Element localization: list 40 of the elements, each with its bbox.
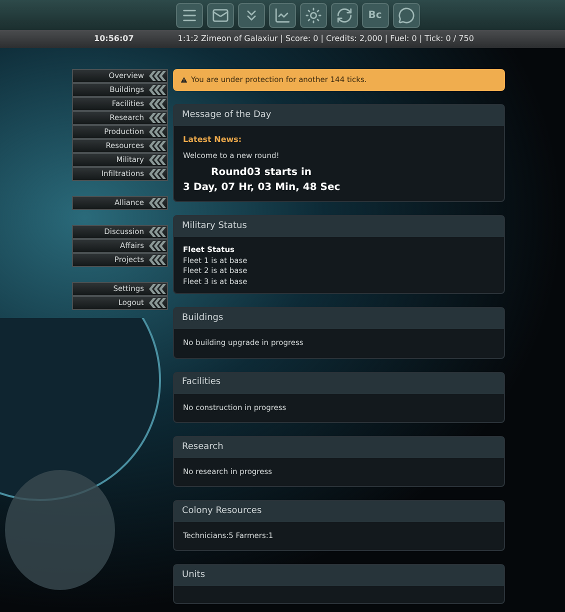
panel-header: Research xyxy=(174,436,504,458)
chevrons-left-icon xyxy=(148,298,166,308)
chat-bubble-icon xyxy=(398,6,414,24)
refresh-icon xyxy=(336,6,352,24)
panel-header: Military Status xyxy=(174,216,504,238)
chevrons-left-icon xyxy=(148,255,166,265)
chevrons-left-icon xyxy=(148,141,166,151)
chevrons-left-icon xyxy=(148,113,166,123)
toolbar-button[interactable] xyxy=(238,2,264,28)
panel-header: Buildings xyxy=(174,308,504,330)
panel-header: Units xyxy=(174,565,504,586)
chevrons-left-icon xyxy=(148,155,166,165)
chevrons-left-icon xyxy=(148,99,166,109)
toolbar-button[interactable] xyxy=(392,2,420,28)
chevrons-left-icon xyxy=(148,198,166,208)
chevrons-left-icon xyxy=(148,71,166,81)
toolbar-button[interactable] xyxy=(176,2,202,28)
clock-text: 10:56:07 xyxy=(94,33,134,45)
chevrons-left-icon xyxy=(148,127,166,137)
countdown-title: Round03 starts in xyxy=(210,166,313,180)
mail-icon xyxy=(212,6,228,24)
chevrons-left-icon xyxy=(148,284,166,294)
chevrons-left-icon xyxy=(148,227,166,237)
panel-header: Colony Resources xyxy=(174,501,504,522)
player-info-text: 1:1:2 Zimeon of Galaxiur | Score: 0 | Credits: 2,000 | Fuel: 0 | Tick: 0 / 750 xyxy=(178,33,474,45)
countdown-text: 3 Day, 07 Hr, 03 Min, 48 Sec xyxy=(183,181,342,196)
warning-icon xyxy=(180,76,188,84)
chevrons-left-icon xyxy=(148,85,166,95)
sun-icon xyxy=(304,6,322,24)
line-chart-icon xyxy=(274,6,290,24)
panel-header: Facilities xyxy=(174,372,504,394)
panel-header: Message of the Day xyxy=(174,105,504,126)
toolbar-button[interactable] xyxy=(330,2,358,28)
toolbar-button[interactable] xyxy=(206,2,234,28)
toolbar-button[interactable] xyxy=(300,2,326,28)
chevrons-left-icon xyxy=(148,241,166,251)
news-heading: Latest News: xyxy=(183,134,243,146)
toolbar-button[interactable] xyxy=(268,2,296,28)
chevrons-left-icon xyxy=(148,169,166,179)
toolbar-button[interactable]: Bc xyxy=(362,2,388,28)
